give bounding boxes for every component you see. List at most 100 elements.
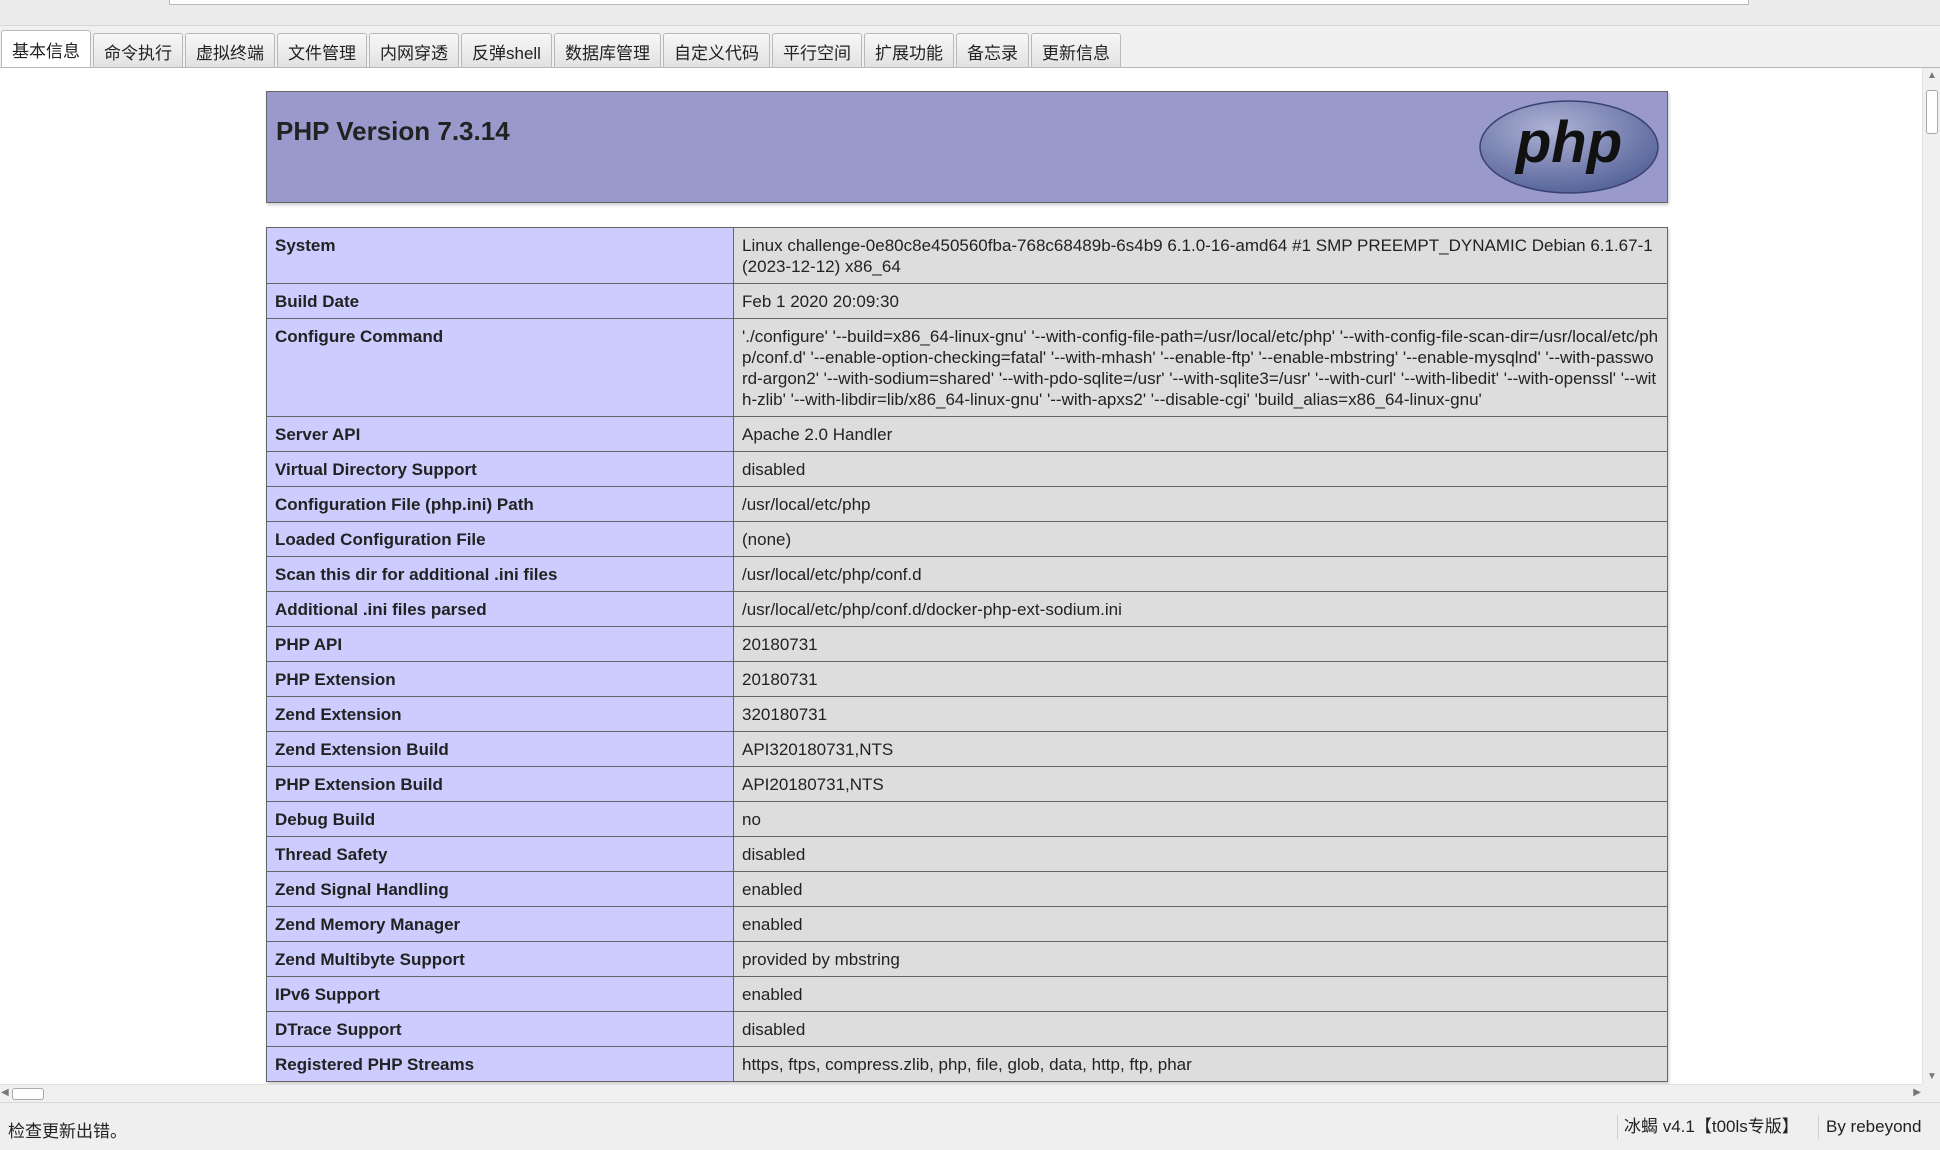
row-value: disabled [733, 451, 1668, 487]
row-value: https, ftps, compress.zlib, php, file, g… [733, 1046, 1668, 1082]
row-value: disabled [733, 836, 1668, 872]
table-row: Configure Command './configure' '--build=… [266, 318, 1668, 417]
tab-0[interactable]: 基本信息 [1, 30, 91, 68]
row-value: (none) [733, 521, 1668, 557]
status-bar: 检查更新出错。 冰蝎 v4.1【t00ls专版】 By rebeyond [0, 1102, 1940, 1150]
row-value: API320180731,NTS [733, 731, 1668, 767]
row-value: Feb 1 2020 20:09:30 [733, 283, 1668, 319]
row-key: Loaded Configuration File [266, 521, 734, 557]
row-value: './configure' '--build=x86_64-linux-gnu'… [733, 318, 1668, 417]
tab-8[interactable]: 平行空间 [771, 33, 862, 68]
row-key: Registered PHP Streams [266, 1046, 734, 1082]
author-label: By rebeyond [1818, 1115, 1921, 1139]
php-logo-text: php [1514, 110, 1622, 175]
row-value: /usr/local/etc/php/conf.d/docker-php-ext… [733, 591, 1668, 627]
content-viewport: PHP Version 7.3.14 php System Linux chall… [0, 68, 1922, 1084]
row-key: System [266, 227, 734, 284]
row-key: PHP Extension Build [266, 766, 734, 802]
vertical-scrollbar[interactable]: ▲ ▼ [1922, 68, 1940, 1084]
table-row: Additional .ini files parsed/usr/local/e… [266, 591, 1668, 627]
row-value: /usr/local/etc/php/conf.d [733, 556, 1668, 592]
table-row: Build Date Feb 1 2020 20:09:30 [266, 283, 1668, 319]
table-row: Scan this dir for additional .ini files /… [266, 556, 1668, 592]
table-row: Server API Apache 2.0 Handler [266, 416, 1668, 452]
table-row: Loaded Configuration File (none) [266, 521, 1668, 557]
table-row: Virtual Directory Support disabled [266, 451, 1668, 487]
row-value: /usr/local/etc/php [733, 486, 1668, 522]
tab-3[interactable]: 文件管理 [277, 33, 367, 68]
row-key: Debug Build [266, 801, 734, 837]
row-key: Zend Multibyte Support [266, 941, 734, 977]
row-value: enabled [733, 871, 1668, 907]
tab-1[interactable]: 命令执行 [93, 33, 183, 68]
php-version-title: PHP Version 7.3.14 [276, 116, 510, 146]
version-label: 冰蝎 v4.1【t00ls专版】 [1617, 1115, 1799, 1139]
row-key: DTrace Support [266, 1011, 734, 1047]
row-value: enabled [733, 906, 1668, 942]
scroll-left-icon[interactable]: ◀ [1, 1087, 9, 1098]
row-key: Additional .ini files parsed [266, 591, 734, 627]
address-bar-area [0, 0, 1940, 26]
row-key: Server API [266, 416, 734, 452]
row-value: Apache 2.0 Handler [733, 416, 1668, 452]
table-row: Registered PHP Streams https, ftps, compr… [266, 1046, 1668, 1082]
tab-5[interactable]: 反弹shell [461, 33, 552, 68]
scroll-up-icon[interactable]: ▲ [1927, 70, 1937, 81]
row-value: enabled [733, 976, 1668, 1012]
tab-6[interactable]: 数据库管理 [553, 33, 661, 68]
vertical-scroll-thumb[interactable] [1926, 90, 1938, 134]
table-row: Debug Build no [266, 801, 1668, 837]
table-row: Zend Signal Handling enabled [266, 871, 1668, 907]
tab-10[interactable]: 备忘录 [955, 33, 1029, 68]
tab-11[interactable]: 更新信息 [1030, 33, 1121, 68]
phpinfo-page: PHP Version 7.3.14 php System Linux chall… [266, 91, 1668, 1082]
row-key: IPv6 Support [266, 976, 734, 1012]
row-key: Thread Safety [266, 836, 734, 872]
row-value: provided by mbstring [733, 941, 1668, 977]
status-message: 检查更新出错。 [8, 1122, 127, 1141]
table-row: Zend Extension 320180731 [266, 696, 1668, 732]
table-row: Zend Memory Manager enabled [266, 906, 1668, 942]
row-value: Linux challenge-0e80c8e450560fba-768c684… [733, 227, 1668, 284]
table-row: Configuration File (php.ini) Path/usr/lo… [266, 486, 1668, 522]
address-input[interactable] [169, 0, 1749, 5]
scroll-down-icon[interactable]: ▼ [1927, 1071, 1937, 1082]
row-key: Zend Extension Build [266, 731, 734, 767]
row-value: 20180731 [733, 626, 1668, 662]
row-key: PHP API [266, 626, 734, 662]
row-key: Zend Signal Handling [266, 871, 734, 907]
row-key: PHP Extension [266, 661, 734, 697]
phpinfo-table: System Linux challenge-0e80c8e450560fba-7… [266, 227, 1668, 1082]
scroll-right-icon[interactable]: ▶ [1913, 1087, 1921, 1098]
php-logo-icon: php [1479, 100, 1659, 194]
table-row: System Linux challenge-0e80c8e450560fba-7… [266, 227, 1668, 284]
table-row: Thread Safety disabled [266, 836, 1668, 872]
table-row: PHP Extension 20180731 [266, 661, 1668, 697]
row-value: 20180731 [733, 661, 1668, 697]
row-key: Scan this dir for additional .ini files [266, 556, 734, 592]
tab-7[interactable]: 自定义代码 [662, 33, 770, 68]
horizontal-scrollbar[interactable]: ◀ ▶ [0, 1084, 1922, 1103]
table-row: DTrace Support disabled [266, 1011, 1668, 1047]
row-key: Configure Command [266, 318, 734, 417]
table-row: Zend Multibyte Support provided by mbstri… [266, 941, 1668, 977]
row-value: no [733, 801, 1668, 837]
horizontal-scroll-thumb[interactable] [12, 1088, 44, 1100]
row-value: API20180731,NTS [733, 766, 1668, 802]
table-row: Zend Extension Build API320180731,NTS [266, 731, 1668, 767]
row-key: Zend Memory Manager [266, 906, 734, 942]
row-key: Build Date [266, 283, 734, 319]
phpinfo-header: PHP Version 7.3.14 php [266, 91, 1668, 203]
tab-2[interactable]: 虚拟终端 [185, 33, 275, 68]
tab-4[interactable]: 内网穿透 [369, 33, 459, 68]
tab-bar: 基本信息 命令执行 虚拟终端 文件管理 内网穿透 反弹shell 数据库管理 自定义代码 平行空… [0, 30, 1121, 68]
table-row: PHP Extension Build API20180731,NTS [266, 766, 1668, 802]
table-row: IPv6 Support enabled [266, 976, 1668, 1012]
row-value: 320180731 [733, 696, 1668, 732]
row-key: Configuration File (php.ini) Path [266, 486, 734, 522]
row-key: Zend Extension [266, 696, 734, 732]
table-row: PHP API 20180731 [266, 626, 1668, 662]
row-key: Virtual Directory Support [266, 451, 734, 487]
row-value: disabled [733, 1011, 1668, 1047]
tab-9[interactable]: 扩展功能 [863, 33, 954, 68]
